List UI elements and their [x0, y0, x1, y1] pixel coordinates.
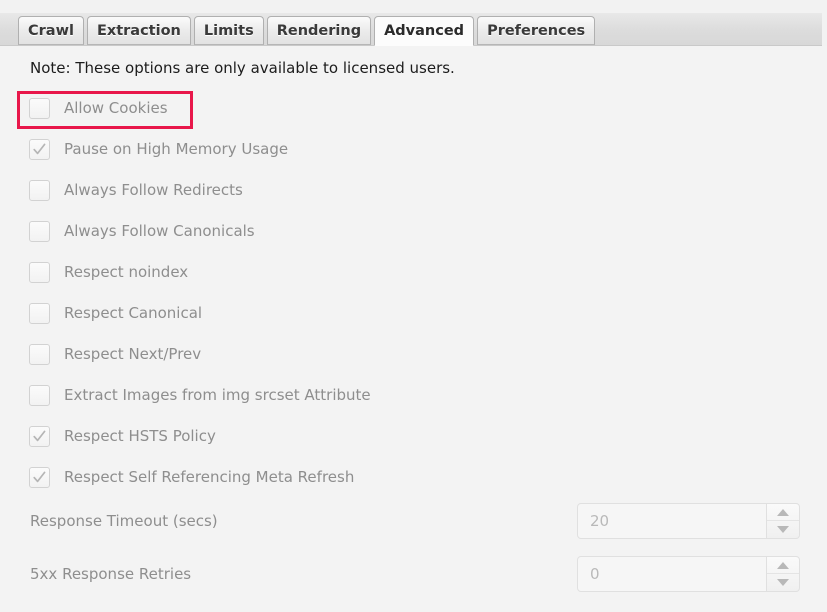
spinner-down-arrow-icon[interactable] — [767, 574, 799, 591]
checkbox-row-allow-cookies[interactable]: Allow Cookies — [29, 96, 168, 120]
tab-preferences[interactable]: Preferences — [477, 16, 596, 45]
checkbox-label: Pause on High Memory Usage — [64, 140, 289, 158]
checkbox-row-always-follow-canonicals[interactable]: Always Follow Canonicals — [29, 219, 255, 243]
spinner-up-arrow-icon[interactable] — [767, 557, 799, 574]
checkbox-row-pause-on-high-memory-usage[interactable]: Pause on High Memory Usage — [29, 137, 288, 161]
checkbox-row-respect-hsts-policy[interactable]: Respect HSTS Policy — [29, 424, 216, 448]
spinner-up-arrow-icon[interactable] — [767, 504, 799, 521]
field-row-response-timeout-secs: Response Timeout (secs) 20 — [0, 503, 827, 539]
checkbox-row-respect-canonical[interactable]: Respect Canonical — [29, 301, 202, 325]
checkbox-label: Respect Self Referencing Meta Refresh — [64, 468, 355, 486]
spinner-input-response-timeout-secs[interactable]: 20 — [577, 503, 767, 539]
checkbox-unchecked-icon[interactable] — [29, 220, 50, 242]
tab-strip: Crawl Extraction Limits Rendering Advanced Pr… — [0, 13, 822, 46]
tab-limits[interactable]: Limits — [193, 16, 264, 45]
tab-extraction[interactable]: Extraction — [86, 16, 191, 45]
checkbox-label: Respect HSTS Policy — [64, 427, 216, 445]
checkbox-unchecked-icon[interactable] — [29, 261, 50, 283]
checkbox-label: Respect Canonical — [64, 304, 203, 322]
checkbox-row-always-follow-redirects[interactable]: Always Follow Redirects — [29, 178, 243, 202]
checkbox-unchecked-icon[interactable] — [29, 179, 50, 201]
checkbox-checked-icon[interactable] — [29, 138, 50, 160]
checkbox-label: Extract Images from img srcset Attribute — [64, 386, 371, 404]
tab-rendering[interactable]: Rendering — [266, 16, 372, 45]
advanced-settings-panel: Note: These options are only available t… — [0, 46, 827, 612]
checkbox-unchecked-icon[interactable] — [29, 384, 50, 406]
checkbox-label: Respect Next/Prev — [64, 345, 202, 363]
checkbox-checked-icon[interactable] — [29, 425, 50, 447]
spinner-buttons — [767, 556, 800, 592]
spinner-down-arrow-icon[interactable] — [767, 521, 799, 538]
tab-crawl[interactable]: Crawl — [18, 16, 84, 45]
checkbox-label: Allow Cookies — [64, 99, 168, 117]
field-label: Response Timeout (secs) — [30, 512, 218, 530]
tab-advanced[interactable]: Advanced — [374, 16, 475, 46]
checkbox-label: Always Follow Redirects — [64, 181, 243, 199]
spinner-buttons — [767, 503, 800, 539]
license-note: Note: These options are only available t… — [30, 59, 455, 77]
spinner-response-timeout-secs[interactable]: 20 — [577, 503, 800, 539]
checkbox-unchecked-icon[interactable] — [29, 302, 50, 324]
checkbox-row-extract-images-from-img-srcset-attribute[interactable]: Extract Images from img srcset Attribute — [29, 383, 371, 407]
checkbox-label: Always Follow Canonicals — [64, 222, 255, 240]
field-row-5xx-response-retries: 5xx Response Retries 0 — [0, 556, 827, 592]
checkbox-checked-icon[interactable] — [29, 466, 50, 488]
field-label: 5xx Response Retries — [30, 565, 192, 583]
checkbox-row-respect-noindex[interactable]: Respect noindex — [29, 260, 188, 284]
checkbox-unchecked-icon[interactable] — [29, 343, 50, 365]
spinner-5xx-response-retries[interactable]: 0 — [577, 556, 800, 592]
checkbox-label: Respect noindex — [64, 263, 189, 281]
spinner-input-5xx-response-retries[interactable]: 0 — [577, 556, 767, 592]
checkbox-row-respect-next-prev[interactable]: Respect Next/Prev — [29, 342, 201, 366]
checkbox-row-respect-self-referencing-meta-refresh[interactable]: Respect Self Referencing Meta Refresh — [29, 465, 354, 489]
checkbox-unchecked-icon[interactable] — [29, 97, 50, 119]
